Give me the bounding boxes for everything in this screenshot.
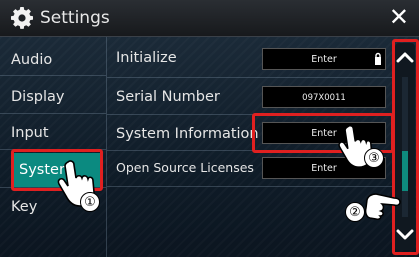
divider — [0, 113, 106, 114]
step-marker-1: ① — [80, 192, 100, 212]
hand-pointer-icon — [364, 193, 401, 220]
sidebar-item-display[interactable]: Display — [0, 79, 106, 115]
sidebar: Audio Display Input System Key — [0, 37, 106, 257]
sidebar-item-audio[interactable]: Audio — [0, 42, 106, 78]
step-marker-3: ③ — [364, 148, 384, 168]
button-label: Enter — [311, 163, 337, 174]
button-label: Enter — [311, 54, 337, 65]
gear-icon — [11, 7, 33, 29]
sidebar-item-input[interactable]: Input — [0, 115, 106, 151]
serial-number-text: 097X0011 — [302, 93, 346, 103]
lock-icon — [375, 52, 381, 65]
row-label-initialize: Initialize — [116, 50, 177, 66]
row-label-open-source-licenses: Open Source Licenses — [116, 160, 254, 175]
divider — [0, 75, 106, 76]
highlight-scrollbar — [392, 39, 419, 255]
row-label-system-information: System Information — [116, 126, 259, 142]
close-icon[interactable]: ✕ — [389, 3, 409, 31]
serial-number-value: 097X0011 — [262, 86, 386, 108]
sidebar-divider — [106, 37, 107, 257]
divider — [107, 186, 392, 187]
step-marker-2: ② — [345, 202, 365, 222]
settings-screen: Settings ✕ Audio Display Input System Ke… — [0, 0, 419, 257]
page-title: Settings — [40, 8, 110, 28]
row-label-serial-number: Serial Number — [116, 89, 220, 105]
divider — [107, 77, 392, 78]
initialize-enter-button[interactable]: Enter — [262, 48, 386, 70]
header-bar: Settings ✕ — [0, 0, 419, 37]
